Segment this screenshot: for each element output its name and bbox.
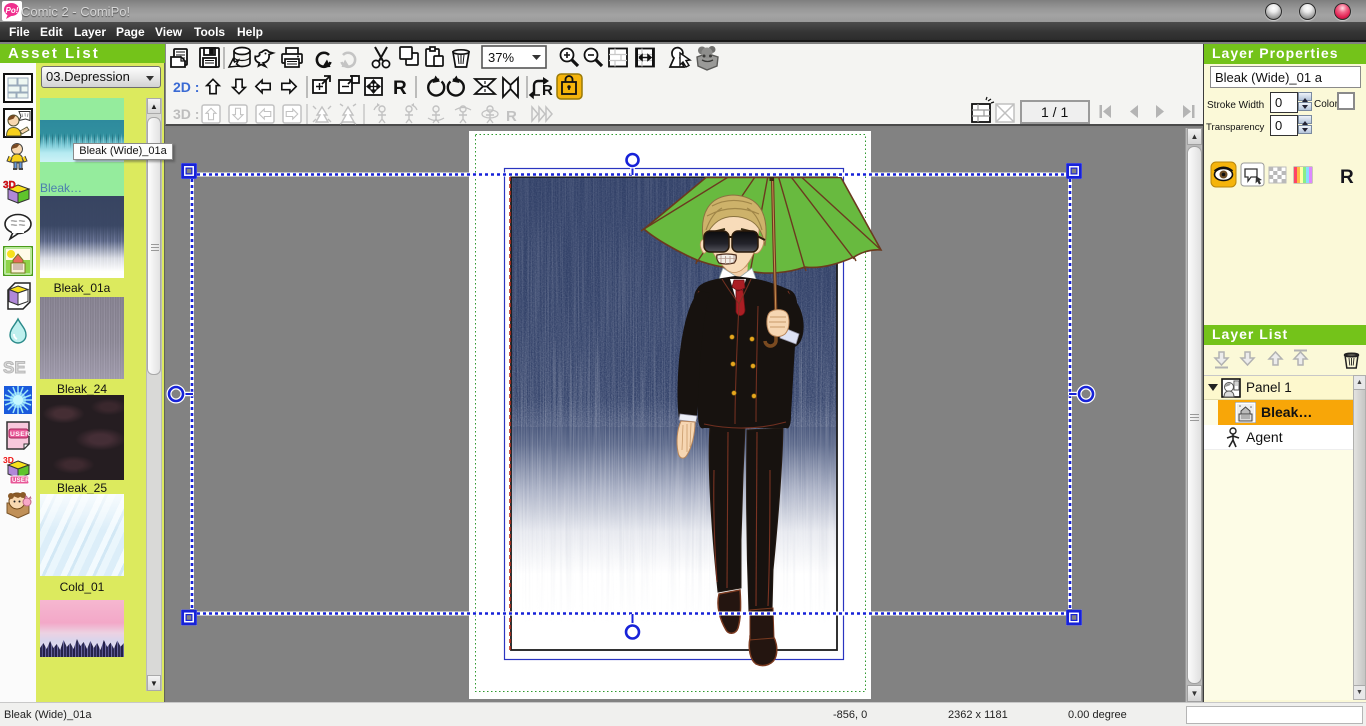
svg-text:SE: SE	[3, 358, 26, 377]
svg-text:3D: 3D	[3, 180, 16, 191]
svg-text:R: R	[393, 78, 407, 99]
svg-text:USER: USER	[12, 478, 30, 484]
svg-text:3D :: 3D :	[173, 106, 199, 122]
svg-text:37%: 37%	[488, 50, 514, 65]
svg-text:USER: USER	[10, 431, 30, 438]
svg-text:R: R	[506, 108, 517, 125]
svg-text:Po!: Po!	[6, 6, 19, 15]
svg-text:R: R	[1340, 167, 1354, 188]
svg-text:1 / 1: 1 / 1	[1041, 104, 1068, 120]
svg-text:2D :: 2D :	[173, 79, 199, 95]
svg-text:R: R	[542, 82, 553, 99]
